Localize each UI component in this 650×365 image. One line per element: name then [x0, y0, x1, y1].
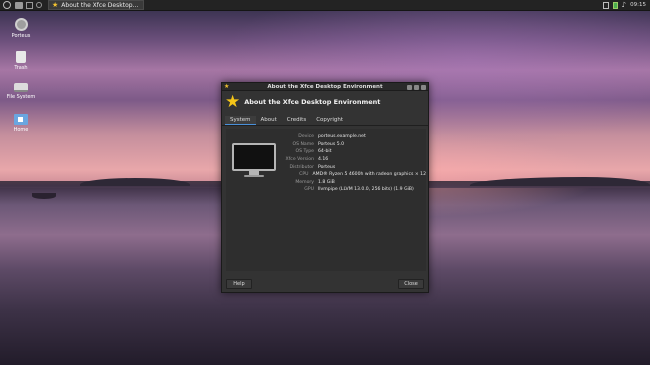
xfce-star-icon: ★ [224, 83, 230, 90]
drive-icon [14, 83, 28, 92]
info-value: Porteus 5.0 [318, 141, 345, 147]
window-buttons [407, 83, 426, 91]
applications-menu-icon[interactable] [3, 1, 11, 9]
wallpaper-island [80, 178, 190, 186]
info-row-memory: Memory 1.8 GiB [264, 179, 426, 187]
info-value: Porteus [318, 164, 336, 170]
desktop-icon-label: Home [13, 127, 29, 133]
wallpaper-island [470, 177, 650, 186]
about-dialog: ★ About the Xfce Desktop Environment ★ A… [221, 82, 429, 293]
tab-credits[interactable]: Credits [282, 116, 311, 125]
dialog-header: ★ About the Xfce Desktop Environment [222, 91, 428, 113]
info-row-distributor: Distributor Porteus [264, 163, 426, 171]
desktop-icon-label: Trash [14, 65, 28, 71]
tab-system[interactable]: System [225, 116, 256, 125]
dialog-window-title: About the Xfce Desktop Environment [267, 83, 383, 90]
battery-icon[interactable] [612, 1, 618, 9]
desktop-icon-trash[interactable]: Trash [4, 51, 38, 71]
system-info-panel: Device porteus.example.net OS Name Porte… [226, 129, 426, 271]
desktop-icon-label: Porteus [11, 33, 31, 39]
dialog-heading: About the Xfce Desktop Environment [244, 98, 381, 106]
info-label: OS Name [292, 141, 314, 147]
taskbar-window-title: About the Xfce Desktop... [61, 1, 139, 9]
info-value: llvmpipe (LLVM 13.0.0, 256 bits) (1.9 Gi… [318, 187, 414, 193]
info-value: 64-bit [318, 149, 332, 155]
home-folder-icon [14, 114, 28, 125]
dialog-titlebar[interactable]: ★ About the Xfce Desktop Environment [222, 83, 428, 91]
desktop-icon-label: File System [6, 94, 36, 100]
info-row-cpu: CPU AMD® Ryzen 5 4600h with radeon graph… [264, 171, 426, 179]
tab-bar: System About Credits Copyright [222, 116, 428, 126]
xfce-star-icon: ★ [225, 91, 241, 112]
info-label: Distributor [289, 164, 314, 170]
terminal-launcher-icon[interactable] [26, 1, 33, 9]
system-info-list: Device porteus.example.net OS Name Porte… [264, 133, 426, 194]
info-label: CPU [299, 172, 309, 178]
info-row-os-name: OS Name Porteus 5.0 [264, 141, 426, 149]
info-label: Memory [295, 179, 314, 185]
trash-icon [16, 51, 26, 63]
wallpaper-boat [32, 193, 56, 199]
minimize-icon[interactable] [407, 84, 412, 90]
top-panel: ★ About the Xfce Desktop... ♪ 09:15 [0, 0, 650, 11]
info-value: AMD® Ryzen 5 4600h with radeon graphics … [312, 172, 426, 178]
info-label: Xfce Version [285, 157, 314, 163]
tab-copyright[interactable]: Copyright [311, 116, 348, 125]
browser-launcher-icon[interactable] [36, 2, 42, 8]
desktop-icon-porteus[interactable]: Porteus [4, 18, 38, 39]
info-row-gpu: GPU llvmpipe (LLVM 13.0.0, 256 bits) (1.… [264, 186, 426, 194]
close-icon[interactable] [421, 84, 426, 90]
xfce-star-icon: ★ [52, 1, 59, 9]
maximize-icon[interactable] [414, 84, 419, 90]
info-row-os-type: OS Type 64-bit [264, 148, 426, 156]
system-tray: ♪ 09:15 [602, 1, 650, 9]
info-label: GPU [304, 187, 314, 193]
desktop-icon-home[interactable]: Home [4, 114, 38, 133]
help-button[interactable]: Help [226, 279, 252, 289]
tab-about[interactable]: About [256, 116, 282, 125]
close-button[interactable]: Close [398, 279, 424, 289]
info-value: 1.8 GiB [318, 179, 335, 185]
info-value: porteus.example.net [318, 134, 366, 140]
volume-icon[interactable]: ♪ [622, 1, 626, 9]
taskbar-window-button[interactable]: ★ About the Xfce Desktop... [48, 0, 144, 10]
info-row-xfce-version: Xfce Version 4.16 [264, 156, 426, 164]
info-label: Device [298, 134, 314, 140]
info-label: OS Type [295, 149, 314, 155]
panel-clock[interactable]: 09:15 [630, 2, 646, 8]
network-icon[interactable] [602, 1, 609, 9]
settings-icon [14, 18, 28, 31]
desktop-icon-file-system[interactable]: File System [4, 83, 38, 100]
info-value: 4.16 [318, 157, 329, 163]
folder-launcher-icon[interactable] [15, 1, 23, 9]
info-row-device: Device porteus.example.net [264, 133, 426, 141]
